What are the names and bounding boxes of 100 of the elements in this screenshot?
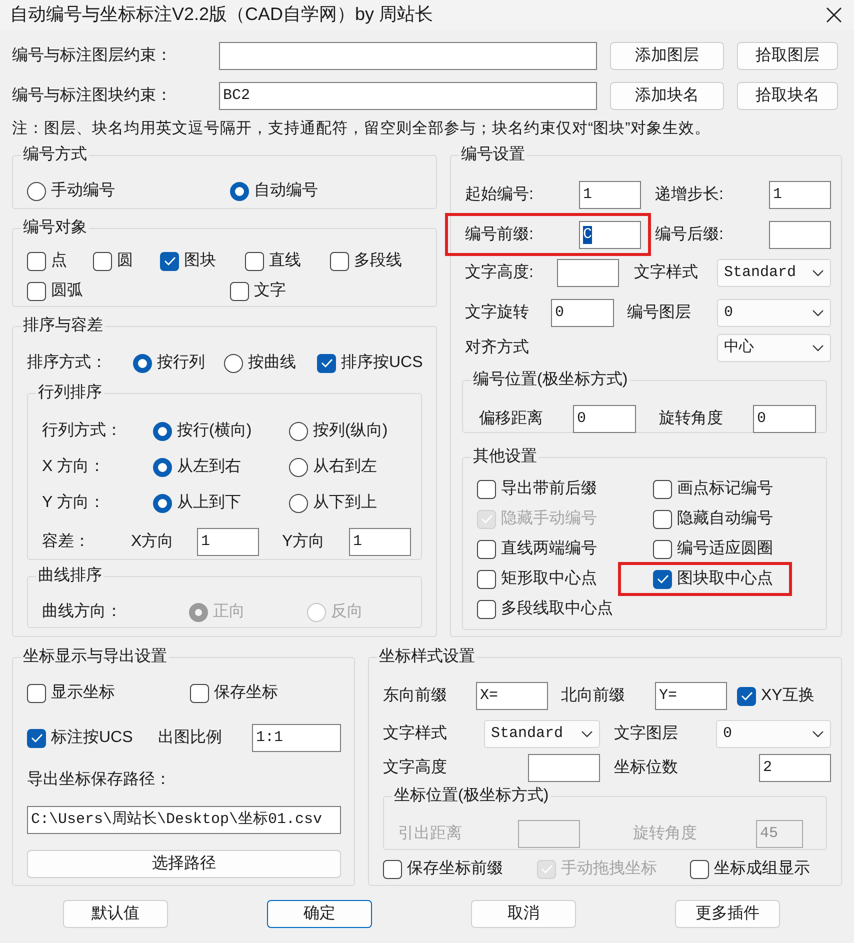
text-field[interactable] bbox=[219, 42, 597, 70]
radio-button[interactable]: 按行(横向) bbox=[153, 421, 289, 441]
field-label: 文字图层 bbox=[614, 724, 679, 744]
push-button[interactable]: 拾取块名 bbox=[737, 82, 838, 110]
field-label: 北向前缀 bbox=[561, 686, 626, 706]
radio-button[interactable]: 从上到下 bbox=[153, 493, 289, 513]
field-label: X 方向： bbox=[42, 457, 106, 477]
field-label: 文字样式 bbox=[634, 263, 699, 283]
radio-button[interactable]: 从左到右 bbox=[153, 457, 289, 477]
text-field[interactable]: 1 bbox=[197, 528, 259, 556]
field-label: 引出距离 bbox=[398, 824, 463, 844]
field-label: Y 方向： bbox=[42, 493, 106, 513]
radio-button[interactable]: 从下到上 bbox=[289, 493, 377, 513]
text-field[interactable] bbox=[769, 221, 831, 249]
text-field[interactable]: 2 bbox=[759, 754, 831, 782]
checkbox[interactable]: 编号适应圆圈 bbox=[653, 539, 773, 559]
checkbox[interactable]: 坐标成组显示 bbox=[690, 859, 810, 879]
checkbox[interactable]: XY互换 bbox=[737, 686, 814, 706]
checkbox[interactable]: 显示坐标 bbox=[27, 683, 190, 703]
checkbox[interactable]: 多段线 bbox=[330, 251, 402, 271]
field-label: 起始编号: bbox=[465, 185, 534, 205]
dropdown[interactable]: 0 bbox=[716, 720, 831, 748]
note-text: 注：图层、块名均用英文逗号隔开，支持通配符，留空则全部参与；块名约束仅对“图块”对象生效。 bbox=[12, 119, 712, 139]
radio-button[interactable]: 从右到左 bbox=[289, 457, 377, 477]
text-field[interactable]: 0 bbox=[753, 405, 816, 433]
checkbox[interactable]: 文字 bbox=[230, 281, 286, 301]
push-button[interactable]: 添加块名 bbox=[610, 82, 724, 110]
checkbox[interactable]: 圆 bbox=[93, 251, 160, 271]
push-button[interactable]: 更多插件 bbox=[675, 900, 780, 928]
text-field[interactable]: X= bbox=[476, 682, 548, 710]
field-label: 编号与标注图层约束： bbox=[12, 46, 173, 66]
text-field[interactable]: C bbox=[579, 221, 641, 249]
caret-icon bbox=[581, 730, 593, 738]
text-field[interactable]: C:\Users\周站长\Desktop\坐标01.csv bbox=[27, 806, 341, 834]
checkbox[interactable]: 图块 bbox=[160, 251, 245, 271]
field-label: 文字高度 bbox=[383, 758, 448, 778]
radio-button[interactable]: 手动编号 bbox=[27, 181, 230, 201]
push-button[interactable]: 选择路径 bbox=[27, 850, 341, 878]
checkbox[interactable]: 保存坐标前缀 bbox=[383, 859, 537, 879]
checkbox[interactable]: 图块取中心点 bbox=[653, 569, 773, 589]
checkbox[interactable]: 直线两端编号 bbox=[477, 539, 653, 559]
field-label: 文字高度: bbox=[465, 263, 534, 283]
checkbox[interactable]: 画点标记编号 bbox=[653, 479, 773, 499]
text-field[interactable]: 1 bbox=[349, 528, 411, 556]
dropdown[interactable]: 中心 bbox=[717, 334, 831, 362]
checkbox[interactable]: 隐藏自动编号 bbox=[653, 509, 773, 529]
dropdown[interactable]: Standard bbox=[717, 259, 831, 287]
window-title: 自动编号与坐标标注V2.2版（CAD自学网）by 周站长 bbox=[10, 4, 434, 26]
checkbox[interactable]: 点 bbox=[27, 251, 93, 271]
caret-icon bbox=[812, 344, 824, 352]
dropdown[interactable]: Standard bbox=[484, 720, 600, 748]
field-label: 坐标位数 bbox=[614, 758, 679, 778]
text-field[interactable] bbox=[557, 259, 619, 287]
checkbox[interactable]: 多段线取中心点 bbox=[477, 599, 613, 619]
field-label: 行列方式： bbox=[42, 421, 123, 441]
field-label: 递增步长: bbox=[655, 185, 724, 205]
field-label: X方向 bbox=[131, 532, 175, 552]
text-field[interactable]: BC2 bbox=[219, 82, 597, 110]
push-button[interactable]: 默认值 bbox=[63, 900, 168, 928]
text-field[interactable]: 0 bbox=[573, 405, 636, 433]
field-label: 东向前缀 bbox=[383, 686, 448, 706]
field-label: 编号图层 bbox=[627, 303, 692, 323]
text-field[interactable]: 1:1 bbox=[252, 724, 341, 752]
radio-button[interactable]: 按列(纵向) bbox=[289, 421, 388, 441]
field-label: 曲线方向： bbox=[42, 602, 123, 622]
field-label: 对齐方式 bbox=[465, 338, 530, 358]
radio-button[interactable]: 按曲线 bbox=[224, 353, 317, 373]
push-button[interactable]: 拾取图层 bbox=[737, 42, 838, 70]
close-icon[interactable] bbox=[826, 7, 842, 23]
field-label: 编号与标注图块约束： bbox=[12, 86, 173, 106]
text-field[interactable]: 1 bbox=[769, 181, 831, 209]
field-label: 偏移距离 bbox=[479, 409, 544, 429]
checkbox[interactable]: 排序按UCS bbox=[317, 353, 423, 373]
text-field[interactable]: 1 bbox=[579, 181, 641, 209]
checkbox[interactable]: 标注按UCS bbox=[27, 728, 158, 748]
checkbox[interactable]: 保存坐标 bbox=[190, 683, 278, 703]
push-button[interactable]: 确定 bbox=[267, 900, 372, 928]
push-button[interactable]: 取消 bbox=[471, 900, 576, 928]
checkbox[interactable]: 圆弧 bbox=[27, 281, 230, 301]
caret-icon bbox=[812, 730, 824, 738]
checkbox[interactable]: 直线 bbox=[245, 251, 330, 271]
field-label: 文字旋转 bbox=[465, 303, 530, 323]
field-label: 文字样式 bbox=[383, 724, 448, 744]
field-label: 出图比例 bbox=[158, 728, 223, 748]
field-label: 导出坐标保存路径： bbox=[27, 770, 171, 790]
radio-button[interactable]: 自动编号 bbox=[230, 181, 318, 201]
text-field[interactable]: 0 bbox=[551, 299, 614, 327]
field-label: 排序方式： bbox=[27, 353, 108, 373]
caret-icon bbox=[812, 269, 824, 277]
push-button[interactable]: 添加图层 bbox=[610, 42, 724, 70]
radio-button[interactable]: 按行列 bbox=[133, 353, 224, 373]
text-field[interactable]: Y= bbox=[655, 682, 727, 710]
checkbox[interactable]: 矩形取中心点 bbox=[477, 569, 653, 589]
field-label: 旋转角度 bbox=[659, 409, 724, 429]
checkbox[interactable]: 导出带前后缀 bbox=[477, 479, 653, 499]
field-label: 编号前缀: bbox=[465, 225, 534, 245]
field-label: 旋转角度 bbox=[633, 824, 698, 844]
field-label: 编号后缀: bbox=[655, 225, 724, 245]
text-field[interactable] bbox=[528, 754, 600, 782]
dropdown[interactable]: 0 bbox=[717, 299, 831, 327]
